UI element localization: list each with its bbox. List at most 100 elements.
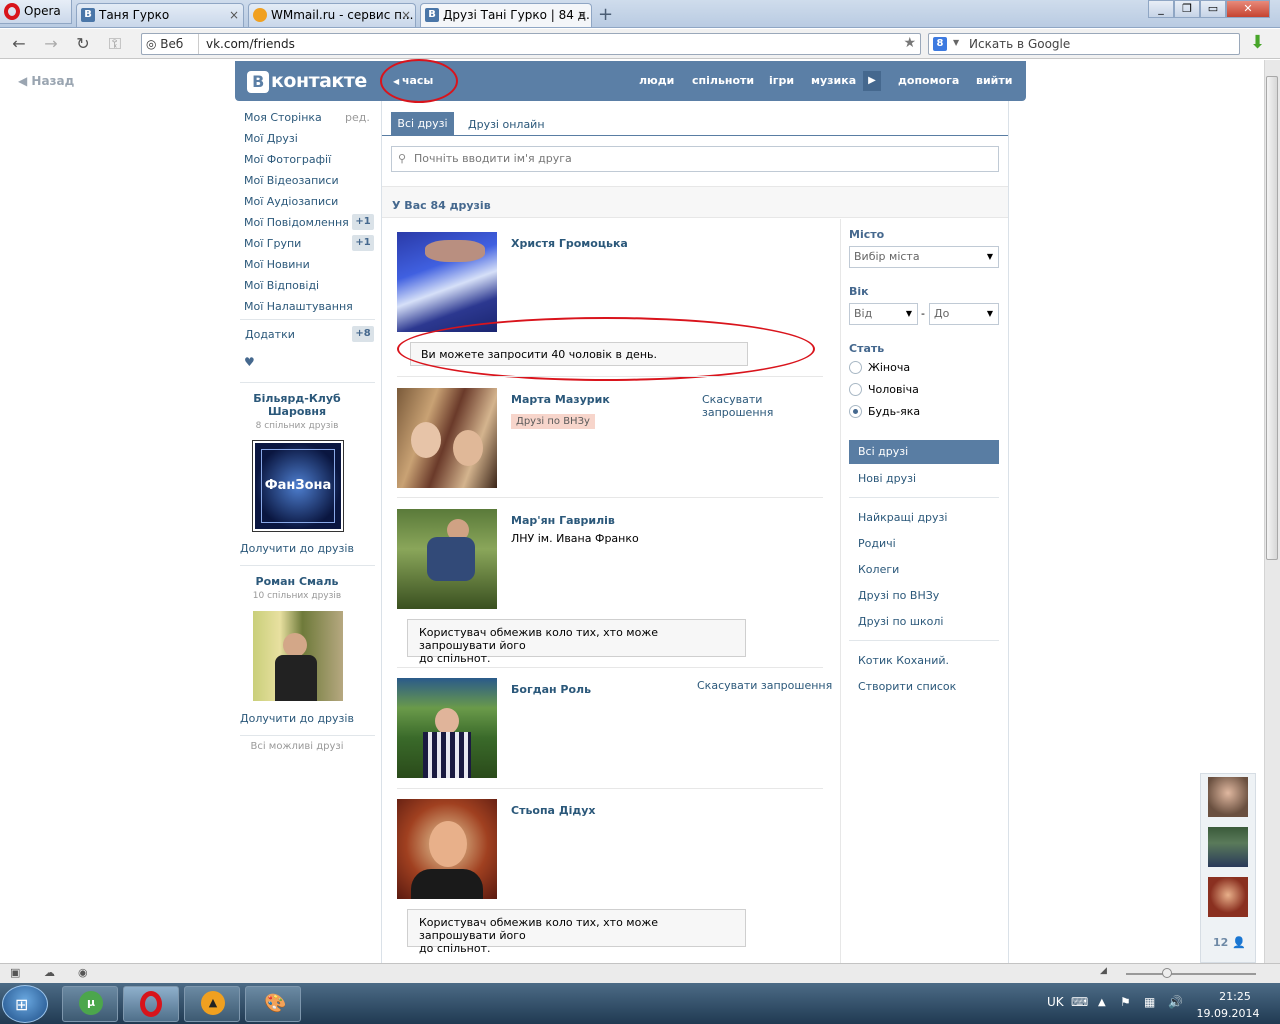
back-arrow-icon[interactable]: ←: [10, 35, 28, 53]
all-possible-friends-link[interactable]: Всі можливі друзі: [238, 741, 356, 752]
category-custom-list[interactable]: Котик Коханий.: [858, 654, 949, 667]
friend-name[interactable]: Мар'ян Гаврилів: [511, 514, 615, 527]
tab-friends[interactable]: B Друзі Тані Гурко | 84 д... ×: [420, 3, 592, 27]
friend-photo[interactable]: [397, 388, 497, 488]
sex-male-label[interactable]: Чоловіча: [868, 383, 919, 396]
friend-tag[interactable]: Друзі по ВНЗу: [511, 414, 595, 429]
friend-name[interactable]: Стьопа Дідух: [511, 804, 596, 817]
suggestion-name[interactable]: Більярд-Клуб Шаровня: [238, 392, 356, 418]
download-icon[interactable]: ⬇: [1250, 33, 1270, 55]
online-friend-avatar[interactable]: [1208, 777, 1248, 817]
menu-my-news[interactable]: Мої Новини: [244, 258, 310, 271]
aimp-taskbar-icon[interactable]: ▲: [184, 986, 240, 1022]
nav-games[interactable]: ігри: [769, 74, 794, 87]
opera-taskbar-icon[interactable]: [123, 986, 179, 1022]
tab-all-friends[interactable]: Всі друзі: [391, 112, 454, 136]
nav-people[interactable]: люди: [639, 74, 674, 87]
turbo-cloud-icon[interactable]: ☁: [44, 966, 55, 979]
suggestion-photo[interactable]: [253, 611, 343, 701]
age-from-select[interactable]: Від ▼: [849, 303, 918, 325]
cancel-request-link[interactable]: Скасувати: [702, 393, 762, 406]
sex-any-radio[interactable]: [849, 405, 862, 418]
menu-my-groups[interactable]: Мої Групи: [244, 237, 301, 250]
new-tab-button[interactable]: +: [598, 4, 613, 25]
cancel-request-link[interactable]: запрошення: [702, 406, 773, 419]
zoom-icon[interactable]: ◢: [1100, 966, 1107, 976]
category-university-friends[interactable]: Друзі по ВНЗу: [858, 589, 939, 602]
speed-dial-icon[interactable]: ◉: [78, 966, 88, 979]
friend-name[interactable]: Христя Громоцька: [511, 237, 628, 250]
menu-my-videos[interactable]: Мої Відеозаписи: [244, 174, 339, 187]
friend-photo[interactable]: [397, 232, 497, 332]
online-friend-avatar[interactable]: [1208, 827, 1248, 867]
nav-music[interactable]: музика: [811, 74, 856, 87]
add-friend-link[interactable]: Долучити до друзів: [238, 712, 356, 725]
nav-communities[interactable]: спільноти: [692, 74, 754, 87]
category-all-friends[interactable]: Всі друзі: [849, 440, 999, 464]
maximize-button[interactable]: ▭: [1200, 0, 1226, 18]
heart-icon[interactable]: ♥: [244, 355, 255, 369]
nav-logout[interactable]: вийти: [976, 74, 1012, 87]
nav-more-arrow-icon[interactable]: ▶: [863, 71, 881, 91]
online-count[interactable]: 12 👤: [1213, 936, 1246, 949]
online-friend-avatar[interactable]: [1208, 877, 1248, 917]
volume-icon[interactable]: 🔊: [1168, 995, 1183, 1009]
friend-search-input[interactable]: ⚲ Почніть вводити ім'я друга: [391, 146, 999, 172]
clock-date[interactable]: 19.09.2014: [1196, 1007, 1260, 1020]
menu-my-messages[interactable]: Мої Повідомлення: [244, 216, 349, 229]
close-icon[interactable]: ×: [401, 4, 411, 26]
sex-male-radio[interactable]: [849, 383, 862, 396]
sex-any-label[interactable]: Будь-яка: [868, 405, 920, 418]
tab-friends-online[interactable]: Друзі онлайн: [468, 118, 545, 131]
action-center-flag-icon[interactable]: ⚑: [1120, 995, 1131, 1009]
keyboard-icon[interactable]: ⌨: [1071, 995, 1088, 1009]
bookmark-star-icon[interactable]: ★: [903, 35, 916, 51]
city-select[interactable]: Вибір міста ▼: [849, 246, 999, 268]
zoom-slider[interactable]: [1126, 973, 1256, 975]
menu-my-settings[interactable]: Мої Налаштування: [244, 300, 353, 313]
menu-my-audio[interactable]: Мої Аудіозаписи: [244, 195, 338, 208]
tray-chevron-icon[interactable]: ▲: [1098, 997, 1106, 1008]
friend-photo[interactable]: [397, 799, 497, 899]
add-friend-link[interactable]: Долучити до друзів: [238, 542, 356, 555]
suggestion-photo[interactable]: ФанЗона: [252, 440, 344, 532]
back-link[interactable]: ◀ Назад: [18, 74, 74, 88]
category-new-friends[interactable]: Нові друзі: [858, 472, 916, 485]
utorrent-taskbar-icon[interactable]: µ: [62, 986, 118, 1022]
minimize-button[interactable]: _: [1148, 0, 1174, 18]
friend-name[interactable]: Марта Мазурик: [511, 393, 610, 406]
zoom-slider-handle[interactable]: [1162, 968, 1172, 978]
vk-logo[interactable]: Вконтакте: [247, 70, 367, 93]
paint-taskbar-icon[interactable]: 🎨: [245, 986, 301, 1022]
panel-toggle-icon[interactable]: ▣: [10, 966, 20, 979]
opera-menu-button[interactable]: Opera: [0, 0, 72, 24]
menu-my-friends[interactable]: Мої Друзі: [244, 132, 298, 145]
friend-name[interactable]: Богдан Роль: [511, 683, 591, 696]
menu-apps[interactable]: Додатки: [245, 328, 295, 341]
category-relatives[interactable]: Родичі: [858, 537, 896, 550]
friend-photo[interactable]: [397, 678, 497, 778]
friend-photo[interactable]: [397, 509, 497, 609]
address-field[interactable]: ◎ Веб vk.com/friends ★: [141, 33, 921, 55]
window-close-button[interactable]: ✕: [1226, 0, 1270, 18]
menu-my-photos[interactable]: Мої Фотографії: [244, 153, 331, 166]
sex-female-label[interactable]: Жіноча: [868, 361, 910, 374]
create-list-link[interactable]: Створити список: [858, 680, 956, 693]
network-icon[interactable]: ▦: [1144, 995, 1155, 1009]
restore-button[interactable]: ❐: [1174, 0, 1200, 18]
forward-arrow-icon[interactable]: →: [42, 35, 60, 53]
search-field[interactable]: 8 ▼ Искать в Google: [928, 33, 1240, 55]
menu-my-answers[interactable]: Мої Відповіді: [244, 279, 319, 292]
tab-wmmail[interactable]: WMmail.ru - сервис п... ×: [248, 3, 416, 27]
start-button[interactable]: ⊞: [2, 985, 48, 1023]
close-icon[interactable]: ×: [229, 4, 239, 26]
category-colleagues[interactable]: Колеги: [858, 563, 899, 576]
menu-my-page[interactable]: Моя Сторінка: [244, 111, 322, 124]
reload-icon[interactable]: ↻: [74, 35, 92, 53]
suggestion-name[interactable]: Роман Смаль: [238, 575, 356, 588]
chevron-down-icon[interactable]: ▼: [953, 38, 959, 47]
close-icon[interactable]: ×: [577, 4, 587, 26]
language-indicator[interactable]: UK: [1047, 995, 1064, 1009]
age-to-select[interactable]: До ▼: [929, 303, 999, 325]
category-school-friends[interactable]: Друзі по школі: [858, 615, 943, 628]
